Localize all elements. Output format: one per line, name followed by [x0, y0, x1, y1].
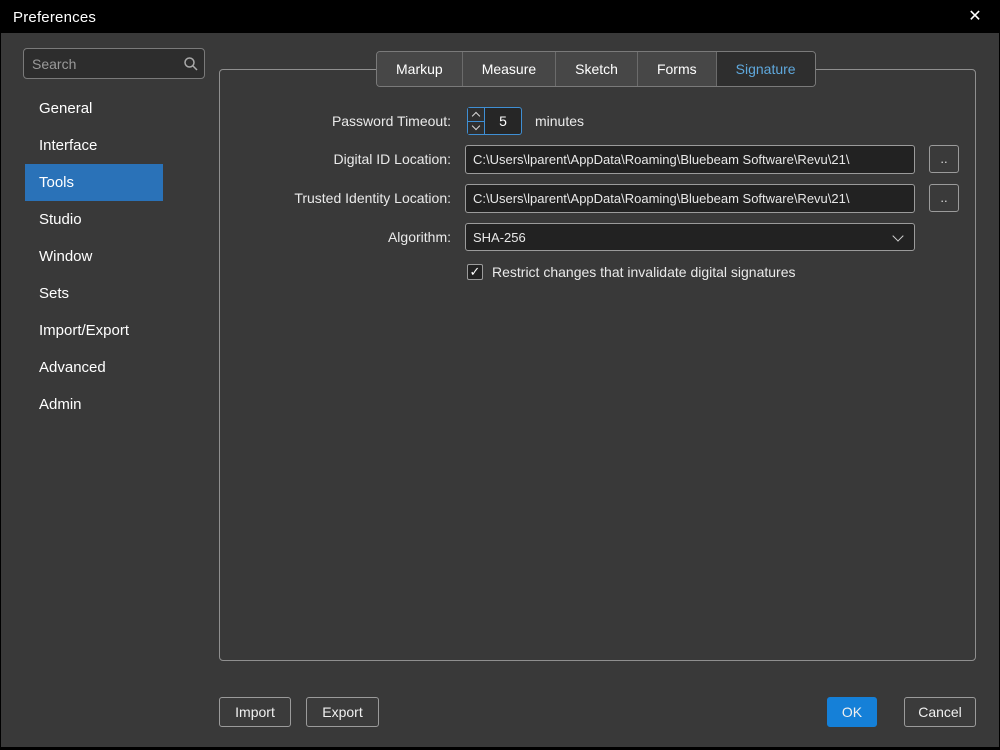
- minutes-label: minutes: [535, 107, 584, 135]
- search-icon: [178, 49, 204, 78]
- sidebar-item-import-export[interactable]: Import/Export: [25, 312, 163, 349]
- titlebar: Preferences ✕: [1, 1, 999, 33]
- preferences-dialog: Preferences ✕ General Interface Tools St…: [0, 0, 1000, 750]
- dialog-title: Preferences: [13, 9, 96, 26]
- digital-id-label: Digital ID Location:: [231, 145, 451, 174]
- dropdown-chevron-icon: [892, 230, 903, 241]
- trusted-identity-input[interactable]: [465, 184, 915, 213]
- cancel-button[interactable]: Cancel: [904, 697, 976, 727]
- search-input[interactable]: [24, 56, 178, 72]
- sidebar-item-studio[interactable]: Studio: [25, 201, 163, 238]
- sidebar-item-advanced[interactable]: Advanced: [25, 349, 163, 386]
- search-box: [23, 48, 205, 79]
- restrict-changes-label: Restrict changes that invalidate digital…: [492, 264, 796, 280]
- algorithm-selected-value: SHA-256: [466, 230, 894, 245]
- chevron-down-icon: [472, 122, 480, 130]
- trusted-identity-label: Trusted Identity Location:: [231, 184, 451, 213]
- chevron-up-icon: [472, 112, 480, 120]
- tab-sketch[interactable]: Sketch: [556, 52, 638, 86]
- spinner-buttons: [468, 108, 485, 134]
- spin-up-button[interactable]: [468, 108, 484, 122]
- export-button[interactable]: Export: [306, 697, 379, 727]
- password-timeout-label: Password Timeout:: [231, 107, 451, 136]
- sidebar-item-tools[interactable]: Tools: [25, 164, 163, 201]
- tab-forms[interactable]: Forms: [638, 52, 717, 86]
- algorithm-dropdown[interactable]: SHA-256: [465, 223, 915, 251]
- spin-down-button[interactable]: [468, 122, 484, 135]
- tab-signature[interactable]: Signature: [717, 52, 815, 86]
- algorithm-label: Algorithm:: [231, 223, 451, 252]
- sidebar-item-admin[interactable]: Admin: [25, 386, 163, 423]
- digital-id-browse-button[interactable]: ..: [929, 145, 959, 173]
- sidebar: General Interface Tools Studio Window Se…: [25, 90, 205, 423]
- password-timeout-value[interactable]: 5: [485, 108, 521, 134]
- digital-id-input[interactable]: [465, 145, 915, 174]
- sidebar-item-interface[interactable]: Interface: [25, 127, 163, 164]
- sidebar-item-sets[interactable]: Sets: [25, 275, 163, 312]
- restrict-changes-checkbox[interactable]: ✓: [467, 264, 483, 280]
- sidebar-item-general[interactable]: General: [25, 90, 163, 127]
- sidebar-item-window[interactable]: Window: [25, 238, 163, 275]
- restrict-changes-row[interactable]: ✓ Restrict changes that invalidate digit…: [467, 264, 796, 280]
- import-button[interactable]: Import: [219, 697, 291, 727]
- close-icon[interactable]: ✕: [963, 6, 987, 28]
- tab-markup[interactable]: Markup: [377, 52, 463, 86]
- trusted-identity-browse-button[interactable]: ..: [929, 184, 959, 212]
- tab-measure[interactable]: Measure: [463, 52, 556, 86]
- tools-tabs: Markup Measure Sketch Forms Signature: [376, 51, 816, 87]
- ok-button[interactable]: OK: [827, 697, 877, 727]
- password-timeout-spinner: 5: [467, 107, 522, 135]
